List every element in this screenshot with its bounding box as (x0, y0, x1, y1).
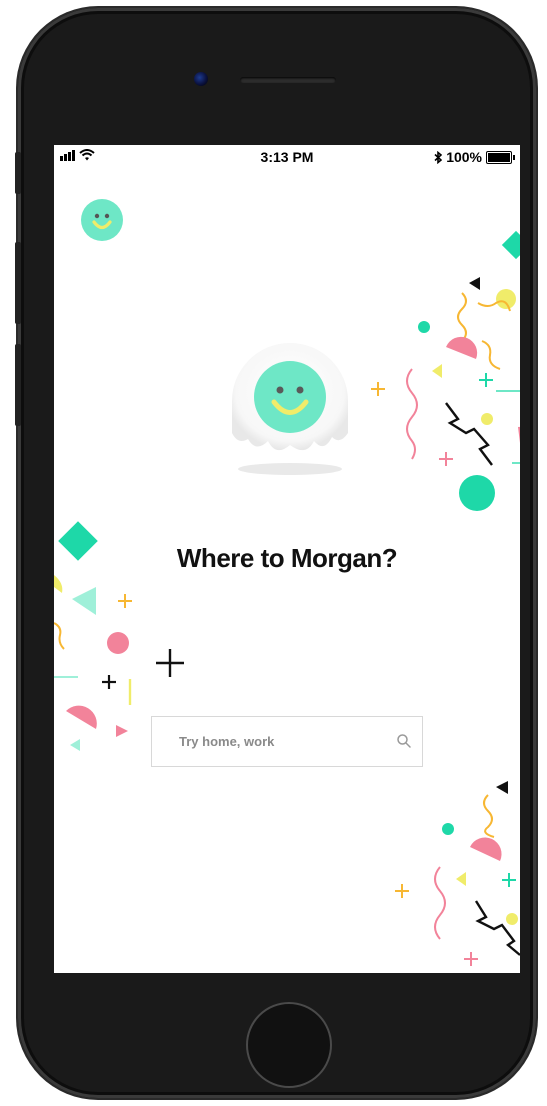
volume-up-button (15, 242, 21, 324)
mute-switch (15, 152, 21, 194)
battery-icon (486, 150, 515, 164)
volume-down-button (15, 344, 21, 426)
confetti-bottom-right (395, 781, 520, 966)
earpiece-speaker (240, 77, 336, 83)
battery-percent: 100% (446, 149, 482, 165)
smiley-mascot-icon (232, 342, 348, 475)
front-camera (194, 72, 208, 86)
bluetooth-icon (434, 150, 443, 164)
profile-avatar-button[interactable] (81, 199, 123, 241)
app-screen: 3:13 PM 100% Where to Morgan? Try home, … (54, 145, 520, 973)
home-button[interactable] (246, 1002, 332, 1088)
confetti-top-right (371, 230, 520, 511)
smiley-avatar-icon (92, 213, 112, 230)
confetti-left (54, 521, 184, 751)
status-bar: 3:13 PM 100% (54, 145, 520, 169)
status-right: 100% (434, 149, 515, 165)
search-icon[interactable] (396, 733, 412, 749)
